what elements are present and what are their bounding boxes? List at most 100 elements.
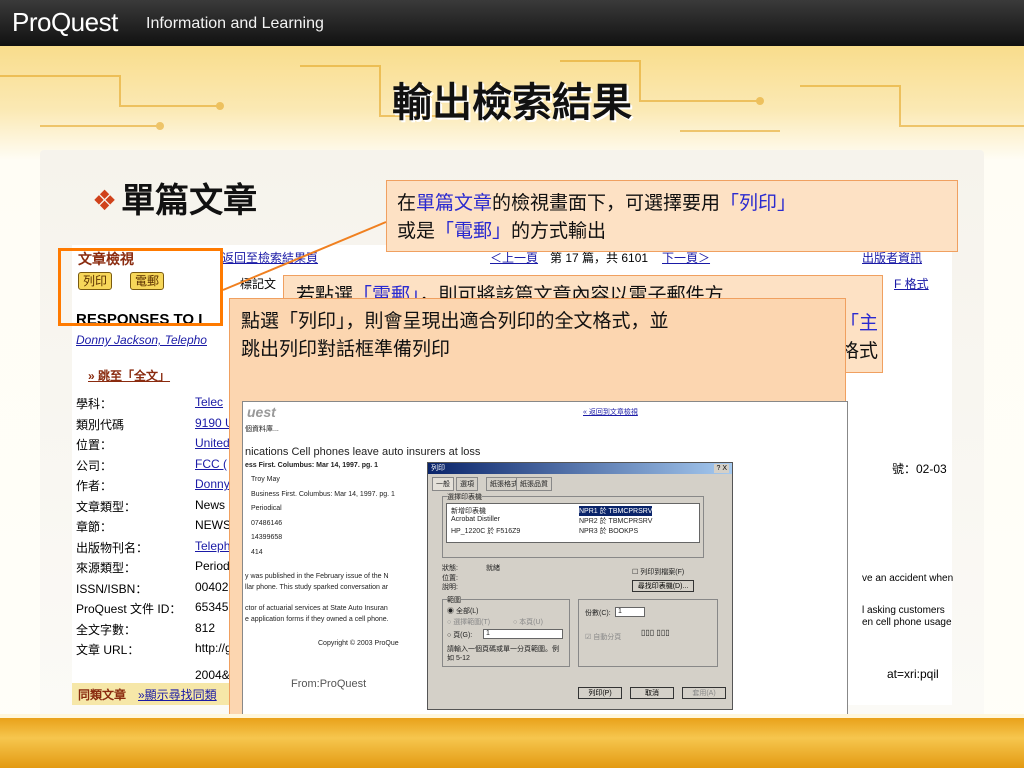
field-value[interactable]: United (195, 436, 230, 450)
collate-checkbox[interactable]: ☑ 自動分頁 (585, 632, 621, 642)
print-preview-screenshot: uest « 返回到文章檢視 個資料庫... nications Cell ph… (242, 401, 848, 721)
dialog-print-button[interactable]: 列印(P) (578, 687, 622, 699)
right-date: 號：02-03 (892, 462, 947, 476)
field-value: 00402 (195, 579, 229, 594)
range-all-radio[interactable]: ◉ 全部(L) (447, 606, 479, 616)
printer-list[interactable]: 新增印表機 Acrobat Distiller HP_1220C 於 F516Z9 N… (446, 503, 700, 543)
callout-print-text: 點選「列印」，則會呈現出適合列印的全文格式，並 跳出列印對話框準備列印 (241, 307, 841, 363)
print-email-highlight (58, 248, 223, 326)
printview-copyright: Copyright © 2003 ProQue (318, 640, 399, 647)
slide: ProQuest Information and Learning 輸出檢索結果… (0, 0, 1024, 768)
printview-meta-line: 414 (251, 548, 263, 556)
field-value[interactable]: 9190 U (195, 416, 234, 430)
printview-footer-logo: From:ProQuest (291, 678, 367, 690)
field-label: 出版物刊名： (76, 540, 149, 555)
range-current-label: 本頁(U) (519, 619, 543, 626)
proquest-logo: ProQuest (12, 7, 118, 37)
copies-group: 份數(C): 1 ☑ 自動分頁 ▯▯▯ ▯▯▯ (578, 599, 718, 667)
printer-item[interactable]: HP_1220C 於 F516Z9 (451, 526, 520, 536)
printview-body: ctor of actuarial services at State Auto… (245, 605, 388, 612)
right-url: at=xri:pqil (887, 667, 939, 681)
url-continued: 2004& (195, 668, 230, 682)
bullet-text: 單篇文章 (121, 181, 258, 221)
printview-logo: uest (247, 404, 276, 420)
callout-top: 在單篇文章的檢視畫面下，可選擇要用「列印」 或是「電郵」的方式輸出 (386, 180, 958, 252)
dialog-tab[interactable]: 紙張品質 (516, 477, 552, 491)
dialog-tab[interactable]: 選項 (456, 477, 478, 491)
field-label: ISSN/ISBN： (76, 581, 148, 596)
callout-text: 在 (397, 192, 417, 214)
range-group: 範圍 ◉ 全部(L) ○ 選擇範圍(T) ○ 本頁(U) ○ 頁(G): 1 請… (442, 595, 570, 667)
comment-label: 說明: (442, 584, 458, 591)
printview-headline: nications Cell phones leave auto insurer… (245, 446, 481, 458)
field-label: 學科： (76, 397, 113, 411)
collate-icon: ▯▯▯ ▯▯▯ (641, 628, 670, 637)
field-value[interactable]: FCC ( (195, 457, 227, 471)
field-value: 812 (195, 620, 216, 635)
dialog-apply-button[interactable]: 套用(A) (682, 687, 726, 699)
range-selection-radio[interactable]: ○ 選擇範圍(T) (447, 617, 490, 627)
right-text-2: l asking customers (862, 605, 945, 616)
callout-text: 跳出列印對話框準備列印 (241, 338, 451, 360)
printview-body: llar phone. This study sparked conversat… (245, 584, 389, 591)
back-to-article-link[interactable]: « 返回到文章檢視 (583, 407, 638, 417)
slide-title: 輸出檢索結果 (392, 80, 632, 126)
pages-hint: 請輸入一個頁碼或單一分頁範圍。例如 5-12 (447, 646, 559, 662)
field-value[interactable]: Teleph (195, 539, 230, 553)
field-label: 作者： (76, 479, 113, 493)
top-bar: ProQuest Information and Learning (0, 0, 1024, 46)
printer-item[interactable]: Acrobat Distiller (451, 516, 500, 523)
printview-meta-line: Business First. Columbus: Mar 14, 1997. … (251, 490, 395, 498)
status-label: 狀態: (442, 565, 458, 572)
printer-item[interactable]: NPR1 於 TBMCPRSRV (579, 506, 653, 516)
callout-text: 或是 (397, 220, 436, 242)
similar-articles-label: 同類文章 (78, 688, 127, 702)
field-label: 全文字數： (76, 622, 137, 637)
back-to-results-link[interactable]: 返回至檢索結果頁 (222, 249, 318, 266)
field-label: 類別代碼 (76, 417, 125, 432)
printer-item[interactable]: NPR3 於 BOOKPS (579, 526, 638, 536)
printer-select-label: 選擇印表機 (447, 492, 482, 502)
field-label: 位置： (76, 438, 113, 452)
field-value: NEWS (195, 518, 231, 532)
printview-body: y was published in the February issue of… (245, 573, 389, 580)
field-label: 文章類型： (76, 499, 137, 514)
format-link[interactable]: F 格式 (894, 275, 929, 292)
printer-item[interactable]: 新增印表機 (451, 506, 486, 516)
dialog-cancel-button[interactable]: 取消 (630, 687, 674, 699)
range-pages-radio[interactable]: ○ 頁(G): (447, 630, 472, 640)
field-value: http://g (195, 641, 232, 655)
author-links[interactable]: Donny Jackson, Telepho (76, 333, 207, 347)
show-similar-link[interactable]: »顯示尋找同類 (138, 686, 217, 703)
right-text-1: ve an accident when (862, 573, 954, 584)
print-dialog: 列印 ? X 一般 選項 紙張格式 紙張品質 選擇印表機 新增印表機 Acrobat D… (427, 462, 733, 710)
printview-source: ess First. Columbus: Mar 14, 1997. pg. 1 (245, 462, 379, 469)
help-close-buttons[interactable]: ? X (714, 464, 729, 473)
printer-item[interactable]: NPR2 於 TBMCPRSRV (579, 516, 652, 526)
find-printer-button[interactable]: 尋找印表機(D)... (632, 580, 694, 592)
field-value[interactable]: Donny (195, 477, 230, 491)
field-value[interactable]: Telec (195, 395, 223, 409)
field-label: 來源類型： (76, 561, 137, 575)
range-selection-label: 選擇範圍(T) (453, 619, 491, 626)
dialog-tab[interactable]: 一般 (432, 477, 454, 491)
range-current-radio[interactable]: ○ 本頁(U) (513, 617, 543, 627)
printview-db: 個資料庫... (245, 426, 279, 433)
status-value: 就緒 (486, 565, 500, 572)
printview-meta-line: Troy May (251, 476, 280, 483)
pages-input[interactable]: 1 (483, 629, 563, 639)
callout-text: 的檢視畫面下，可選擇要用 (492, 192, 721, 214)
bullet-mark: ❖ (92, 184, 118, 217)
copies-input[interactable]: 1 (615, 607, 645, 617)
printview-body: e application forms if they owned a cell… (245, 616, 389, 623)
print-to-file-label: 列印到檔案(F) (640, 569, 685, 576)
mark-label: 標記文 (240, 277, 277, 291)
callout-emphasis: 「電郵」 (435, 220, 512, 242)
jump-to-fulltext-link[interactable]: » 跳至「全文」 (88, 367, 170, 384)
callout-emphasis: 單篇文章 (416, 192, 493, 214)
printer-select-group: 選擇印表機 新增印表機 Acrobat Distiller HP_1220C 於 F… (442, 492, 704, 558)
callout-text: 的方式輸出 (511, 220, 607, 242)
field-label: ProQuest 文件 ID： (76, 602, 182, 616)
print-to-file-checkbox[interactable]: ☐ 列印到檔案(F) (632, 567, 684, 577)
copies-label: 份數(C): (585, 610, 611, 617)
